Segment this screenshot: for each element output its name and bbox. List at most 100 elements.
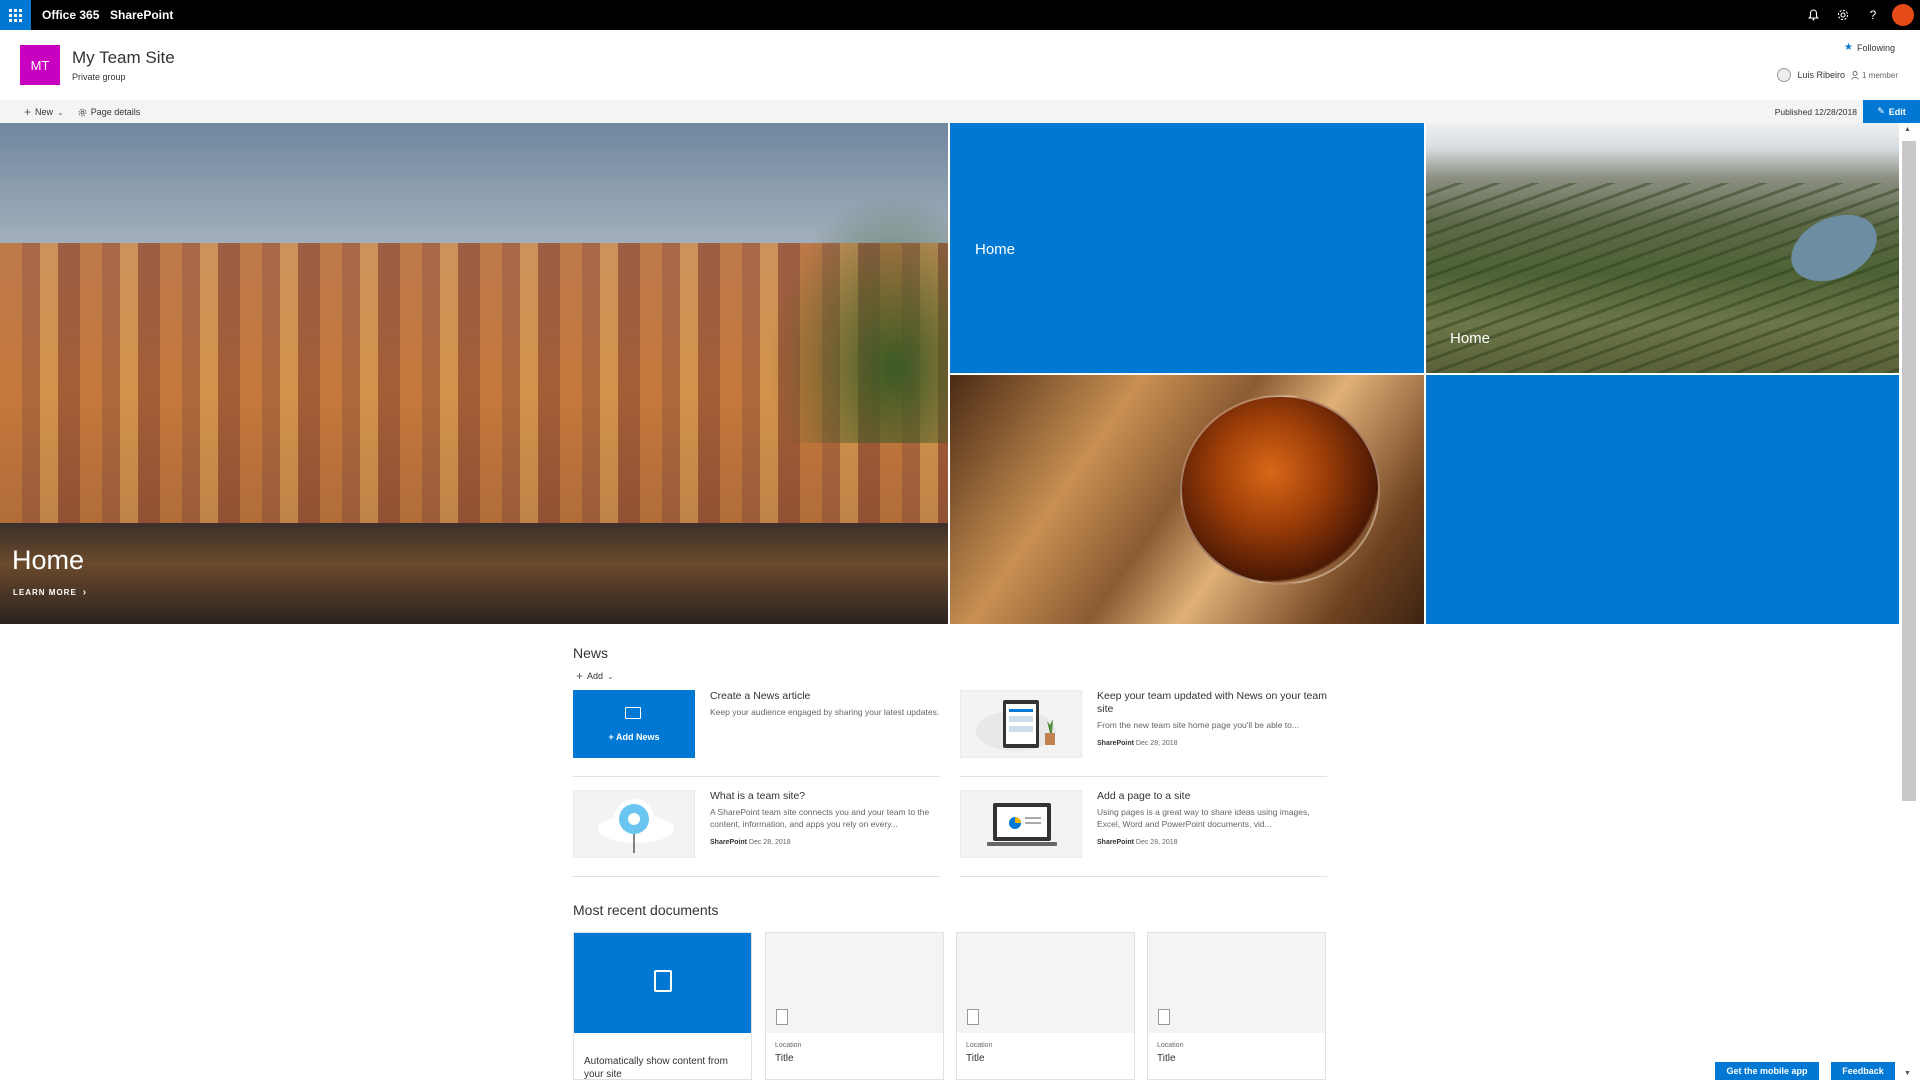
news-title: News xyxy=(573,645,609,661)
hero-tile-3-title: Home xyxy=(1450,330,1491,347)
person-icon xyxy=(1851,70,1859,80)
plus-icon: + xyxy=(576,669,584,683)
newspaper-icon xyxy=(625,707,641,719)
scroll-up-arrow-icon[interactable]: ▲ xyxy=(1904,126,1911,133)
document-title: Title xyxy=(1157,1053,1176,1064)
documents-icon xyxy=(654,970,672,992)
news-item-meta: SharePoint Dec 28, 2018 xyxy=(1097,839,1178,846)
news-item-meta: SharePoint Dec 28, 2018 xyxy=(710,839,791,846)
account-avatar[interactable] xyxy=(1892,4,1914,26)
site-header: MT My Team Site Private group ★ Followin… xyxy=(0,30,1920,100)
file-icon xyxy=(776,1009,788,1025)
hero-tile-4[interactable] xyxy=(950,375,1424,624)
page-scrollbar[interactable]: ▲ ▼ xyxy=(1899,123,1920,1080)
file-icon xyxy=(1158,1009,1170,1025)
edit-label: Edit xyxy=(1888,106,1906,117)
follow-button[interactable]: ★ Following xyxy=(1844,42,1895,53)
site-description: Private group xyxy=(72,72,126,82)
document-preview xyxy=(957,933,1134,1033)
site-title[interactable]: My Team Site xyxy=(72,48,175,68)
members-button[interactable]: 1 member xyxy=(1851,71,1898,80)
news-item-title[interactable]: Add a page to a site xyxy=(1097,790,1327,803)
scroll-down-arrow-icon[interactable]: ▼ xyxy=(1904,1070,1911,1077)
hero-tile-3[interactable]: Home xyxy=(1426,123,1899,373)
command-bar: + New ⌄ Page details Published 12/28/201… xyxy=(0,100,1920,123)
documents-title: Most recent documents xyxy=(573,902,719,918)
bell-icon xyxy=(1807,9,1819,21)
page-details-label: Page details xyxy=(90,107,141,117)
chevron-down-icon: ⌄ xyxy=(57,107,64,117)
tablet-illustration-icon xyxy=(976,700,1056,751)
chevron-down-icon: ⌄ xyxy=(607,671,614,681)
sharepoint-link[interactable]: SharePoint xyxy=(110,8,173,22)
document-location: Location xyxy=(966,1042,993,1049)
document-card[interactable]: Location Title xyxy=(956,932,1135,1080)
document-card[interactable]: Location Title xyxy=(1147,932,1326,1080)
news-item[interactable]: What is a team site? A SharePoint team s… xyxy=(573,790,940,877)
hero-main-title: Home xyxy=(12,545,85,575)
document-title: Title xyxy=(966,1053,985,1064)
plus-icon: + xyxy=(24,105,32,119)
learn-more-label: LEARN MORE xyxy=(13,588,77,597)
city-image-river xyxy=(0,523,948,624)
news-item-title[interactable]: Keep your team updated with News on your… xyxy=(1097,690,1327,716)
document-location: Location xyxy=(1157,1042,1184,1049)
document-preview xyxy=(1148,933,1325,1033)
add-news-label: + Add News xyxy=(608,732,660,742)
news-thumbnail[interactable] xyxy=(960,690,1082,758)
suite-bar: Office 365 SharePoint ? xyxy=(0,0,1920,30)
chevron-right-icon: › xyxy=(82,587,88,598)
members-area: Luis Ribeiro 1 member xyxy=(1777,68,1898,82)
document-card[interactable]: Location Title xyxy=(765,932,944,1080)
news-item-title[interactable]: What is a team site? xyxy=(710,790,940,803)
follow-label: Following xyxy=(1856,42,1895,53)
news-item-desc: From the new team site home page you'll … xyxy=(1097,720,1299,730)
news-thumbnail[interactable] xyxy=(960,790,1082,858)
notifications-button[interactable] xyxy=(1798,0,1828,30)
news-item[interactable]: Keep your team updated with News on your… xyxy=(960,690,1327,777)
news-item-title[interactable]: Create a News article xyxy=(710,690,940,703)
news-thumbnail[interactable] xyxy=(573,790,695,858)
hero-webpart: Home LEARN MORE › Home Home xyxy=(0,123,1899,624)
add-news-dropdown[interactable]: + Add ⌄ xyxy=(576,669,614,683)
gear-icon xyxy=(78,108,87,116)
news-item[interactable]: Add a page to a site Using pages is a gr… xyxy=(960,790,1327,877)
hero-tile-2[interactable]: Home xyxy=(950,123,1424,373)
document-card[interactable]: Automatically show content from your sit… xyxy=(573,932,752,1080)
user-avatar xyxy=(1777,68,1792,82)
feedback-button[interactable]: Feedback xyxy=(1831,1062,1895,1080)
hero-tile-5[interactable] xyxy=(1426,375,1899,624)
scroll-thumb[interactable] xyxy=(1902,141,1916,801)
site-logo[interactable]: MT xyxy=(20,45,60,85)
news-item[interactable]: + Add News Create a News article Keep yo… xyxy=(573,690,940,777)
member-count: 1 member xyxy=(1861,70,1898,80)
file-icon xyxy=(967,1009,979,1025)
office365-link[interactable]: Office 365 xyxy=(42,8,99,22)
document-location: Location xyxy=(775,1042,802,1049)
map-pin-illustration-icon xyxy=(598,799,674,853)
document-preview xyxy=(574,933,751,1033)
news-item-desc: Using pages is a great way to share idea… xyxy=(1097,807,1310,829)
user-name[interactable]: Luis Ribeiro xyxy=(1797,70,1845,80)
learn-more-link[interactable]: LEARN MORE › xyxy=(13,587,87,598)
settings-button[interactable] xyxy=(1828,0,1858,30)
news-item-meta: SharePoint Dec 28, 2018 xyxy=(1097,740,1178,747)
gear-icon xyxy=(1837,9,1849,21)
document-preview xyxy=(766,933,943,1033)
waffle-icon xyxy=(9,8,22,22)
new-button[interactable]: + New ⌄ xyxy=(24,105,64,119)
help-button[interactable]: ? xyxy=(1858,0,1888,30)
page-details-button[interactable]: Page details xyxy=(78,107,141,117)
hero-tile-2-title: Home xyxy=(975,241,1016,258)
hero-tile-main[interactable]: Home LEARN MORE › xyxy=(0,123,948,624)
help-icon: ? xyxy=(1869,8,1877,22)
app-launcher-button[interactable] xyxy=(0,0,31,30)
edit-button[interactable]: ✎ Edit xyxy=(1863,100,1920,123)
get-mobile-app-button[interactable]: Get the mobile app xyxy=(1715,1062,1819,1080)
laptop-illustration-icon xyxy=(987,803,1057,846)
add-news-button[interactable]: + Add News xyxy=(573,690,695,758)
star-icon: ★ xyxy=(1844,42,1853,53)
news-webpart: News + Add ⌄ + Add News Create a News ar… xyxy=(573,645,1327,877)
pencil-icon: ✎ xyxy=(1877,106,1885,116)
document-title: Title xyxy=(775,1053,794,1064)
